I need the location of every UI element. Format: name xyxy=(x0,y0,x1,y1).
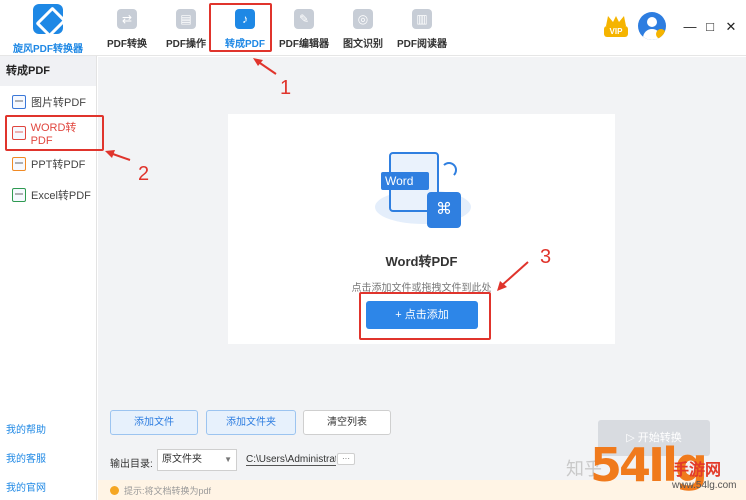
annotation-box-2 xyxy=(5,115,104,151)
output-dir-label: 输出目录: xyxy=(110,459,153,470)
output-dir-select[interactable]: 原文件夹 ▼ xyxy=(157,449,237,471)
document-icon: ▤ xyxy=(176,9,196,29)
maximize-button[interactable]: □ xyxy=(703,20,717,34)
image-icon xyxy=(12,94,26,109)
sidebar-links: 我的帮助 我的客服 我的官网 xyxy=(6,407,46,494)
tab-pdf-editor[interactable]: ✎ PDF编辑器 xyxy=(275,0,333,56)
sidebar-item-image-to-pdf[interactable]: 图片转PDF xyxy=(0,86,96,117)
watermark-url: www.54lg.com xyxy=(672,480,737,491)
annotation-box-3 xyxy=(359,292,491,340)
output-path[interactable]: C:\Users\Administrator xyxy=(246,454,336,466)
convert-icon: ⇄ xyxy=(117,9,137,29)
sidebar-item-excel-to-pdf[interactable]: Excel转PDF xyxy=(0,179,96,210)
clear-list-button[interactable]: 清空列表 xyxy=(303,410,391,435)
sidebar-item-label: 图片转PDF xyxy=(31,96,86,109)
tab-pdf-reader[interactable]: ▥ PDF阅读器 xyxy=(393,0,451,56)
tab-label: PDF阅读器 xyxy=(397,39,447,50)
vip-label: VIP xyxy=(604,26,628,37)
avatar[interactable] xyxy=(638,12,666,40)
annotation-box-1 xyxy=(209,3,272,52)
tab-label: 图文识别 xyxy=(343,39,383,50)
sidebar-item-label: Excel转PDF xyxy=(31,189,91,202)
minimize-button[interactable]: — xyxy=(683,20,697,34)
browse-button[interactable]: ··· xyxy=(337,453,355,465)
add-folder-button[interactable]: 添加文件夹 xyxy=(206,410,296,435)
reader-icon: ▥ xyxy=(412,9,432,29)
tip-text: 提示:将文档转换为pdf xyxy=(124,486,212,496)
vip-badge[interactable]: VIP xyxy=(604,16,628,38)
tab-label: PDF转换 xyxy=(107,39,147,50)
website-link[interactable]: 我的官网 xyxy=(6,479,46,494)
tab-pdf-convert[interactable]: ⇄ PDF转换 xyxy=(98,0,156,56)
pencil-icon: ✎ xyxy=(294,9,314,29)
word-label: Word xyxy=(381,172,429,190)
word-to-pdf-illustration: Word ⌘ xyxy=(375,144,471,234)
excel-icon xyxy=(12,187,26,202)
logo-icon xyxy=(33,4,63,34)
watermark-site-name: 手游网 xyxy=(673,462,722,479)
sidebar-item-label: PPT转PDF xyxy=(31,158,86,171)
close-button[interactable]: ✕ xyxy=(724,20,738,34)
sidebar-title: 转成PDF xyxy=(0,56,96,86)
annotation-number-2: 2 xyxy=(138,163,150,185)
annotation-number-1: 1 xyxy=(280,77,292,99)
tab-pdf-operations[interactable]: ▤ PDF操作 xyxy=(157,0,215,56)
tab-ocr[interactable]: ◎ 图文识别 xyxy=(334,0,392,56)
tab-label: PDF编辑器 xyxy=(279,39,329,50)
support-link[interactable]: 我的客服 xyxy=(6,450,46,465)
crown-icon xyxy=(606,16,626,26)
info-icon xyxy=(110,486,119,495)
sidebar-item-ppt-to-pdf[interactable]: PPT转PDF xyxy=(0,148,96,179)
main-nav: ⇄ PDF转换 ▤ PDF操作 ♪ 转成PDF ✎ PDF编辑器 ◎ 图文识别 … xyxy=(98,0,452,56)
annotation-number-3: 3 xyxy=(540,246,552,268)
card-title: Word转PDF xyxy=(385,254,458,269)
app-name: 旋风PDF转换器 xyxy=(13,44,83,55)
tab-label: PDF操作 xyxy=(166,39,206,50)
convert-arrow-icon xyxy=(441,162,457,178)
help-link[interactable]: 我的帮助 xyxy=(6,421,46,436)
chevron-down-icon: ▼ xyxy=(224,455,232,464)
ppt-icon xyxy=(12,156,26,171)
pdf-icon: ⌘ xyxy=(427,192,461,228)
top-bar: 旋风PDF转换器 ⇄ PDF转换 ▤ PDF操作 ♪ 转成PDF ✎ PDF编辑… xyxy=(0,0,746,56)
add-file-small-button[interactable]: 添加文件 xyxy=(110,410,198,435)
output-dir-value: 原文件夹 xyxy=(162,454,202,465)
main-panel: Word ⌘ Word转PDF 点击添加文件或拖拽文件到此处 + 点击添加 添加… xyxy=(98,57,746,500)
ocr-icon: ◎ xyxy=(353,9,373,29)
app-logo[interactable]: 旋风PDF转换器 xyxy=(8,4,88,55)
